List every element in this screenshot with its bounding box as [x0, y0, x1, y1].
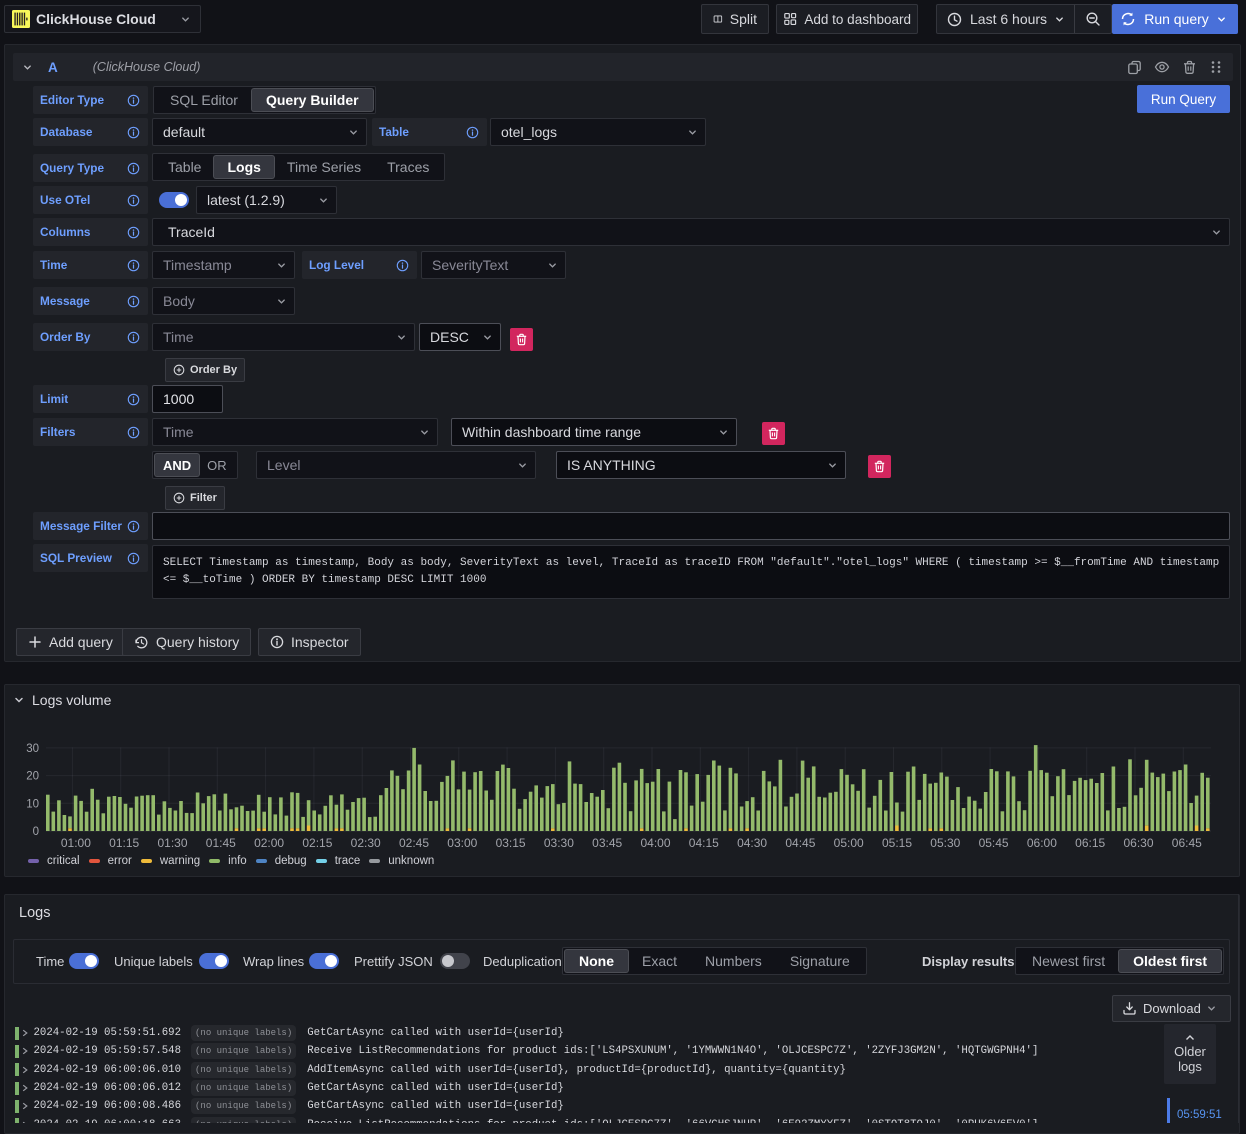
svg-text:06:00: 06:00: [1027, 836, 1057, 850]
svg-text:01:30: 01:30: [157, 836, 187, 850]
svg-text:04:00: 04:00: [640, 836, 670, 850]
svg-text:02:30: 02:30: [351, 836, 381, 850]
svg-text:06:15: 06:15: [1075, 836, 1105, 850]
svg-text:02:00: 02:00: [254, 836, 284, 850]
svg-text:02:15: 02:15: [302, 836, 332, 850]
svg-text:01:00: 01:00: [61, 836, 91, 850]
svg-text:03:15: 03:15: [496, 836, 526, 850]
svg-text:05:30: 05:30: [930, 836, 960, 850]
svg-text:0: 0: [33, 826, 39, 838]
svg-text:04:30: 04:30: [737, 836, 767, 850]
svg-text:04:45: 04:45: [785, 836, 815, 850]
svg-text:05:00: 05:00: [834, 836, 864, 850]
svg-text:04:15: 04:15: [689, 836, 719, 850]
svg-text:05:45: 05:45: [979, 836, 1009, 850]
svg-text:03:00: 03:00: [447, 836, 477, 850]
svg-text:05:15: 05:15: [882, 836, 912, 850]
svg-text:20: 20: [26, 771, 39, 783]
svg-text:03:45: 03:45: [592, 836, 622, 850]
svg-text:06:30: 06:30: [1123, 836, 1153, 850]
svg-text:10: 10: [26, 798, 39, 810]
svg-text:02:45: 02:45: [399, 836, 429, 850]
svg-text:01:15: 01:15: [109, 836, 139, 850]
svg-text:01:45: 01:45: [206, 836, 236, 850]
svg-text:06:45: 06:45: [1172, 836, 1202, 850]
svg-text:03:30: 03:30: [544, 836, 574, 850]
svg-text:30: 30: [26, 743, 39, 755]
